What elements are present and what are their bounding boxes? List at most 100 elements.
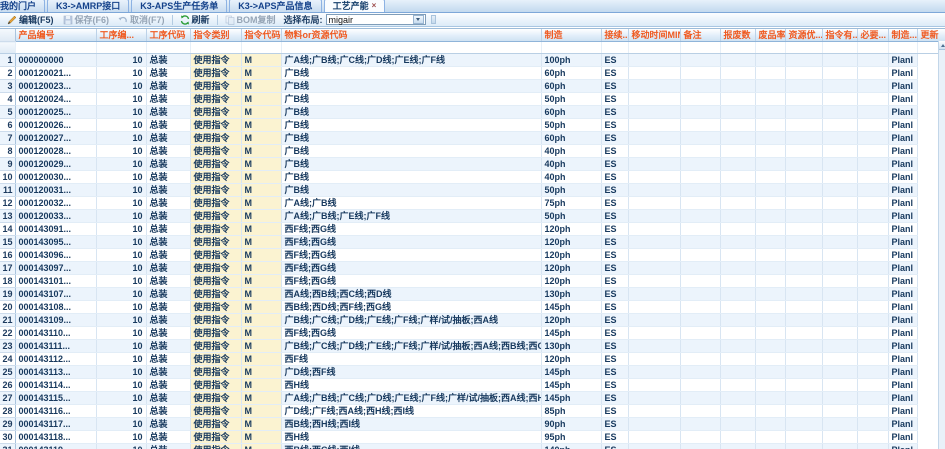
cell-update[interactable]: Planl <box>888 288 917 301</box>
cell-material[interactable]: 广B线 <box>281 132 541 145</box>
cell-op-code[interactable]: 总装 <box>146 223 190 236</box>
cell-scrap-rate[interactable] <box>755 249 785 262</box>
cell-cmd-type[interactable]: 使用指令 <box>190 54 241 67</box>
cell-scrap-qty[interactable] <box>720 54 755 67</box>
cell-product-id[interactable]: 000143108... <box>15 301 96 314</box>
cell-resource-pri[interactable] <box>785 431 822 444</box>
cell-op-seq[interactable]: 10 <box>96 67 146 80</box>
cell-cmd-type[interactable]: 使用指令 <box>190 158 241 171</box>
cell-cmd-valid[interactable] <box>822 366 857 379</box>
cell-update[interactable]: Planl <box>888 327 917 340</box>
cell-scrap-rate[interactable] <box>755 327 785 340</box>
filter-cell-move-time[interactable] <box>628 42 680 54</box>
cell-cmd-code[interactable]: M <box>241 236 281 249</box>
cell-cmd-type[interactable]: 使用指令 <box>190 210 241 223</box>
cell-product-id[interactable]: 000120026... <box>15 119 96 132</box>
cell-scrap-rate[interactable] <box>755 431 785 444</box>
filter-cell-scrap-qty[interactable] <box>720 42 755 54</box>
cell-cmd-valid[interactable] <box>822 249 857 262</box>
column-header-necessary[interactable]: 必要... <box>857 29 888 42</box>
cell-resource-pri[interactable] <box>785 405 822 418</box>
cell-cmd-valid[interactable] <box>822 418 857 431</box>
cell-move-time[interactable] <box>628 366 680 379</box>
cell-update[interactable]: Planl <box>888 184 917 197</box>
cell-next[interactable]: ES <box>601 262 628 275</box>
cell-material[interactable]: 广D线;广F线;西A线;西H线;西I线 <box>281 405 541 418</box>
cell-cmd-code[interactable]: M <box>241 340 281 353</box>
cell-move-time[interactable] <box>628 288 680 301</box>
cell-material[interactable]: 西H线 <box>281 379 541 392</box>
cell-op-code[interactable]: 总装 <box>146 249 190 262</box>
cell-cmd-type[interactable]: 使用指令 <box>190 80 241 93</box>
cell-product-id[interactable]: 000120027... <box>15 132 96 145</box>
cell-update[interactable]: Planl <box>888 353 917 366</box>
cell-cmd-code[interactable]: M <box>241 405 281 418</box>
filter-cell-necessary[interactable] <box>857 42 888 54</box>
cell-op-code[interactable]: 总装 <box>146 327 190 340</box>
table-row[interactable]: 13000120033...10总装使用指令M广A线;广B线;广E线;广F线50… <box>0 210 945 223</box>
cell-product-id[interactable]: 000143115... <box>15 392 96 405</box>
cell-update[interactable]: Planl <box>888 444 917 449</box>
cell-cmd-valid[interactable] <box>822 431 857 444</box>
cell-next[interactable]: ES <box>601 54 628 67</box>
cell-op-code[interactable]: 总装 <box>146 444 190 449</box>
cell-update[interactable]: Planl <box>888 223 917 236</box>
cell-resource-pri[interactable] <box>785 301 822 314</box>
table-row[interactable]: 31000143119...10总装使用指令M西B线;西C线;西I线140phE… <box>0 444 945 449</box>
cell-scrap-rate[interactable] <box>755 119 785 132</box>
cell-cmd-valid[interactable] <box>822 67 857 80</box>
cell-update[interactable]: Planl <box>888 431 917 444</box>
cell-scrap-qty[interactable] <box>720 301 755 314</box>
cell-scrap-qty[interactable] <box>720 275 755 288</box>
cell-product-id[interactable]: 000143114... <box>15 379 96 392</box>
cell-material[interactable]: 广D线;西F线 <box>281 366 541 379</box>
cell-resource-pri[interactable] <box>785 210 822 223</box>
cell-move-time[interactable] <box>628 418 680 431</box>
cell-cmd-type[interactable]: 使用指令 <box>190 353 241 366</box>
cell-cmd-valid[interactable] <box>822 210 857 223</box>
cell-move-time[interactable] <box>628 80 680 93</box>
column-header-resource-pri[interactable]: 资源优... <box>785 29 822 42</box>
cell-remark[interactable] <box>680 67 720 80</box>
cell-necessary[interactable] <box>857 379 888 392</box>
cell-op-seq[interactable]: 10 <box>96 314 146 327</box>
filter-cell-mfg-capacity[interactable] <box>541 42 601 54</box>
cell-mfg-capacity[interactable]: 120ph <box>541 249 601 262</box>
cell-scrap-rate[interactable] <box>755 262 785 275</box>
cell-cmd-code[interactable]: M <box>241 249 281 262</box>
filter-cell-scrap-rate[interactable] <box>755 42 785 54</box>
cell-necessary[interactable] <box>857 171 888 184</box>
cell-scrap-rate[interactable] <box>755 210 785 223</box>
cell-scrap-rate[interactable] <box>755 444 785 449</box>
cell-op-seq[interactable]: 10 <box>96 223 146 236</box>
cell-next[interactable]: ES <box>601 158 628 171</box>
cell-next[interactable]: ES <box>601 67 628 80</box>
cell-remark[interactable] <box>680 119 720 132</box>
filter-cell-product-id[interactable] <box>15 42 96 54</box>
cell-cmd-type[interactable]: 使用指令 <box>190 444 241 449</box>
cell-product-id[interactable]: 000120031... <box>15 184 96 197</box>
cell-resource-pri[interactable] <box>785 93 822 106</box>
cell-op-seq[interactable]: 10 <box>96 145 146 158</box>
cell-remark[interactable] <box>680 366 720 379</box>
cell-mfg-capacity[interactable]: 140ph <box>541 444 601 449</box>
cell-op-seq[interactable]: 10 <box>96 236 146 249</box>
cell-op-code[interactable]: 总装 <box>146 340 190 353</box>
cell-cmd-valid[interactable] <box>822 379 857 392</box>
table-row[interactable]: 27000143115...10总装使用指令M广A线;广B线;广C线;广D线;广… <box>0 392 945 405</box>
cell-cmd-code[interactable]: M <box>241 366 281 379</box>
table-row[interactable]: 6000120026...10总装使用指令M广B线50phESPlanl <box>0 119 945 132</box>
cell-move-time[interactable] <box>628 184 680 197</box>
tab-k3-amrp[interactable]: K3->AMRP接口 <box>47 0 129 12</box>
cell-cmd-type[interactable]: 使用指令 <box>190 119 241 132</box>
cell-update[interactable]: Planl <box>888 197 917 210</box>
cell-move-time[interactable] <box>628 392 680 405</box>
cell-cmd-code[interactable]: M <box>241 392 281 405</box>
cell-remark[interactable] <box>680 106 720 119</box>
cell-op-code[interactable]: 总装 <box>146 236 190 249</box>
cell-next[interactable]: ES <box>601 210 628 223</box>
cell-move-time[interactable] <box>628 106 680 119</box>
cell-necessary[interactable] <box>857 418 888 431</box>
cell-necessary[interactable] <box>857 340 888 353</box>
cell-op-seq[interactable]: 10 <box>96 340 146 353</box>
